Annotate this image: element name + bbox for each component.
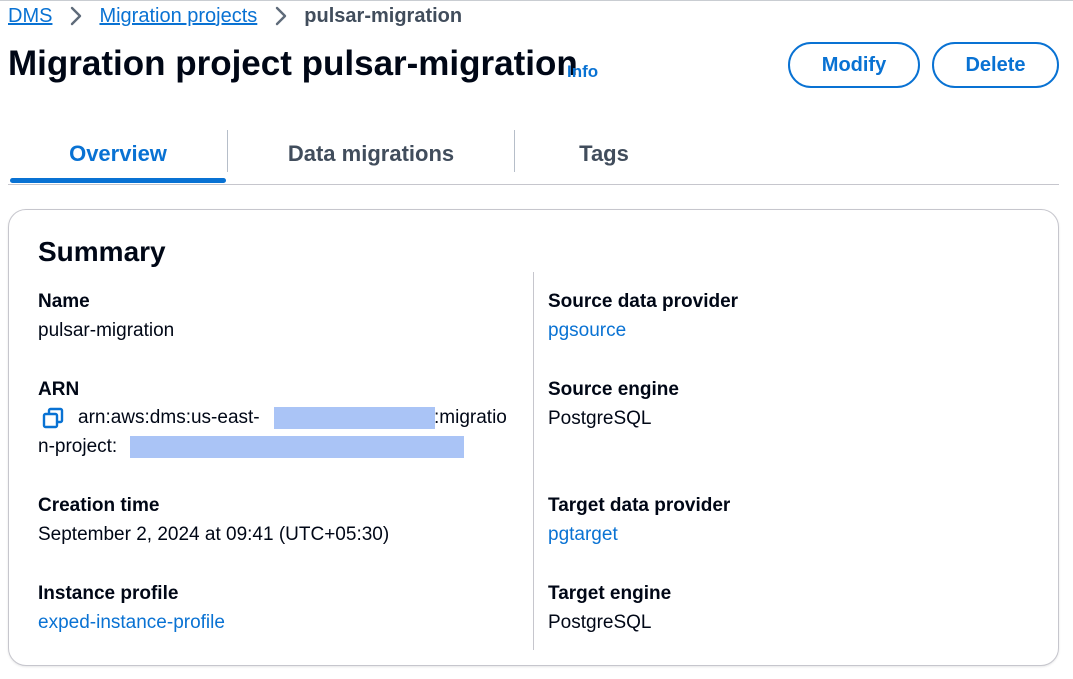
summary-container: Summary Name pulsar-migration ARN arn:aw… xyxy=(8,209,1059,666)
name-field: Name pulsar-migration xyxy=(38,290,174,343)
tab-bar: Overview Data migrations Tags xyxy=(8,128,1059,186)
redacted-project-id xyxy=(130,436,464,458)
target-data-provider-link[interactable]: pgtarget xyxy=(548,523,730,547)
source-data-provider-field: Source data provider pgsource xyxy=(548,290,738,343)
arn-part-2: :migratio xyxy=(434,407,507,428)
target-engine-label: Target engine xyxy=(548,583,672,604)
redacted-account-id xyxy=(274,407,435,429)
target-engine-field: Target engine PostgreSQL xyxy=(548,582,671,635)
summary-title: Summary xyxy=(38,236,166,267)
chevron-right-icon xyxy=(257,4,304,28)
target-data-provider-field: Target data provider pgtarget xyxy=(548,494,730,547)
name-label: Name xyxy=(38,291,90,312)
breadcrumb-migration-projects[interactable]: Migration projects xyxy=(99,5,257,28)
instance-profile-field: Instance profile exped-instance-profile xyxy=(38,582,225,635)
active-tab-indicator xyxy=(10,178,226,183)
creation-time-value: September 2, 2024 at 09:41 (UTC+05:30) xyxy=(38,524,390,545)
delete-button[interactable]: Delete xyxy=(932,42,1059,88)
tab-overview[interactable]: Overview xyxy=(10,128,226,180)
source-data-provider-link[interactable]: pgsource xyxy=(548,319,738,343)
source-engine-field: Source engine PostgreSQL xyxy=(548,378,679,431)
source-data-provider-label: Source data provider xyxy=(548,291,739,312)
arn-value: arn:aws:dms:us-east- :migratio n-project… xyxy=(38,403,518,461)
target-data-provider-label: Target data provider xyxy=(548,495,731,516)
name-value: pulsar-migration xyxy=(38,320,175,341)
breadcrumb-dms[interactable]: DMS xyxy=(8,5,52,28)
modify-button[interactable]: Modify xyxy=(788,42,920,88)
target-engine-value: PostgreSQL xyxy=(548,612,652,633)
arn-part-3: n-project: xyxy=(38,436,118,457)
creation-time-field: Creation time September 2, 2024 at 09:41… xyxy=(38,494,389,547)
creation-time-label: Creation time xyxy=(38,495,160,516)
tab-tags[interactable]: Tags xyxy=(516,128,692,180)
top-border xyxy=(0,0,1073,1)
source-engine-label: Source engine xyxy=(548,379,679,400)
tab-data-migrations[interactable]: Data migrations xyxy=(228,128,514,180)
arn-label: ARN xyxy=(38,379,80,400)
chevron-right-icon xyxy=(52,4,99,28)
breadcrumb-current: pulsar-migration xyxy=(304,4,463,27)
tab-divider xyxy=(514,130,515,172)
source-engine-value: PostgreSQL xyxy=(548,408,652,429)
instance-profile-link[interactable]: exped-instance-profile xyxy=(38,611,225,635)
tabs-divider-line xyxy=(8,184,1059,185)
copy-icon[interactable] xyxy=(42,407,64,429)
column-divider xyxy=(533,272,534,650)
page-title: Migration project pulsar-migration xyxy=(8,44,578,83)
arn-field: ARN arn:aws:dms:us-east- :migratio n-pro… xyxy=(38,378,518,461)
arn-part-1: arn:aws:dms:us-east- xyxy=(78,407,260,428)
instance-profile-label: Instance profile xyxy=(38,583,179,604)
info-link[interactable]: Info xyxy=(567,62,598,82)
breadcrumb: DMS Migration projects pulsar-migration xyxy=(8,4,462,28)
